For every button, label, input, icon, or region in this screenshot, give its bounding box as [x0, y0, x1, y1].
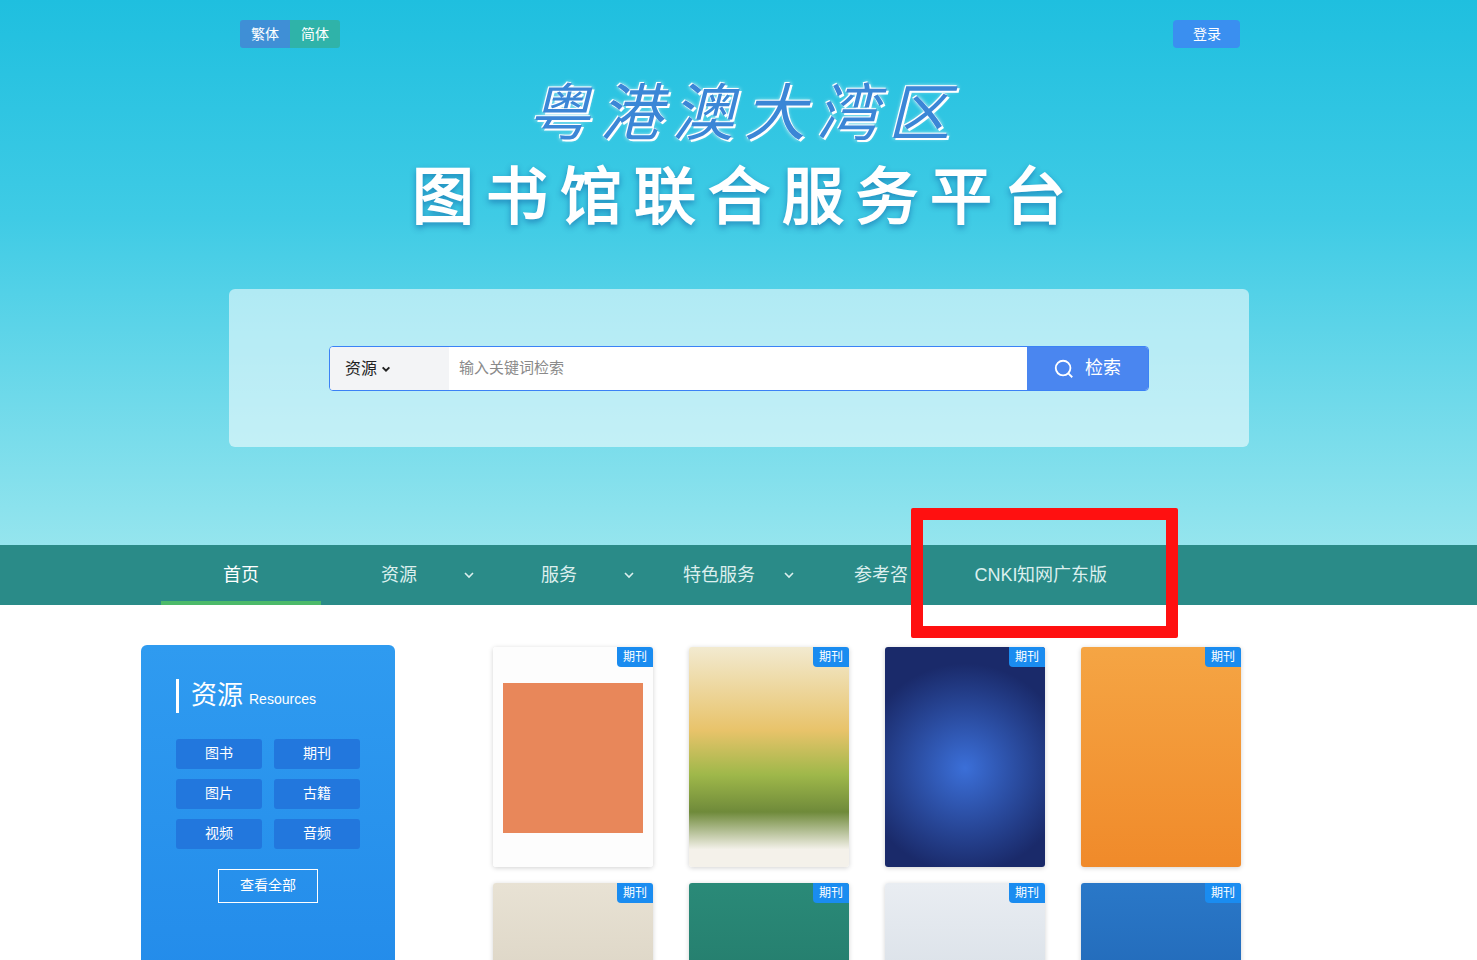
nav-item[interactable]: CNKI知网广东版 [961, 545, 1121, 605]
type-badge: 期刊 [813, 647, 849, 667]
nav-label: 特色服务 [655, 562, 783, 589]
nav-item[interactable]: 特色服务 [641, 545, 801, 605]
resource-type-button[interactable]: 期刊 [274, 739, 360, 769]
journal-card[interactable]: 期刊 [493, 647, 653, 867]
journal-card[interactable]: 期刊 [493, 883, 653, 960]
resource-type-list: 图书期刊图片古籍视频音频 [176, 739, 360, 849]
chevron-down-icon [623, 569, 635, 581]
journal-card[interactable]: 期刊 [885, 647, 1045, 867]
panel-title-text: 资源 [191, 679, 243, 713]
chevron-down-icon [381, 357, 391, 381]
resource-type-button[interactable]: 音频 [274, 819, 360, 849]
journal-card[interactable]: 期刊 [689, 883, 849, 960]
journal-cover [493, 647, 653, 867]
content: 资源Resources图书期刊图片古籍视频音频查看全部 期刊期刊期刊期刊期刊期刊… [141, 605, 1477, 960]
resource-type-button[interactable]: 古籍 [274, 779, 360, 809]
resource-type-button[interactable]: 视频 [176, 819, 262, 849]
search-icon [1053, 358, 1075, 380]
type-badge: 期刊 [617, 647, 653, 667]
main-nav: 首页资源 服务 特色服务参考咨CNKI知网广东版 [0, 545, 1477, 605]
chevron-down-icon [783, 569, 795, 581]
scope-label: 资源 [345, 357, 377, 381]
resource-type-button[interactable]: 图片 [176, 779, 262, 809]
nav-label: CNKI知网广东版 [961, 562, 1121, 589]
journal-card[interactable]: 期刊 [689, 647, 849, 867]
journal-card[interactable]: 期刊 [885, 883, 1045, 960]
journal-cover [689, 647, 849, 867]
nav-list: 首页资源 服务 特色服务参考咨CNKI知网广东版 [161, 545, 1477, 605]
type-badge: 期刊 [1009, 883, 1045, 903]
search-button-label: 检索 [1085, 355, 1121, 382]
highlight-box [911, 508, 1178, 638]
nav-label: 参考咨 [801, 562, 961, 589]
nav-label: 资源 [335, 562, 463, 589]
cover-grid: 期刊期刊期刊期刊期刊期刊期刊期刊 [493, 645, 1241, 960]
nav-label: 服务 [495, 562, 623, 589]
language-option[interactable]: 简体 [290, 20, 340, 48]
nav-item[interactable]: 资源 [321, 545, 481, 605]
type-badge: 期刊 [1205, 883, 1241, 903]
nav-item[interactable]: 参考咨 [801, 545, 961, 605]
journal-cover [1081, 647, 1241, 867]
search-button[interactable]: 检索 [1027, 347, 1148, 390]
journal-cover [885, 647, 1045, 867]
top-bar: 繁体简体 登录 [0, 0, 1477, 48]
chevron-down-icon [463, 569, 475, 581]
language-option[interactable]: 繁体 [240, 20, 290, 48]
main-title: 图书馆联合服务平台 [0, 158, 1477, 238]
search-input[interactable] [449, 347, 1027, 390]
panel-subtitle: Resources [249, 690, 316, 708]
language-toggle: 繁体简体 [240, 20, 340, 48]
banner: 繁体简体 登录 粤港澳大湾区 图书馆联合服务平台 资源 检索 [0, 0, 1477, 545]
nav-item[interactable]: 服务 [481, 545, 641, 605]
view-all-button[interactable]: 查看全部 [218, 869, 318, 903]
nav-label: 首页 [161, 562, 321, 589]
resource-type-button[interactable]: 图书 [176, 739, 262, 769]
type-badge: 期刊 [617, 883, 653, 903]
login-button[interactable]: 登录 [1173, 20, 1240, 48]
calligraphy-title: 粤港澳大湾区 [0, 76, 1477, 152]
type-badge: 期刊 [1205, 647, 1241, 667]
nav-item[interactable]: 首页 [161, 545, 321, 605]
panel-title: 资源 Resources [176, 679, 360, 713]
scope-dropdown[interactable]: 资源 [330, 347, 449, 390]
type-badge: 期刊 [1009, 647, 1045, 667]
resource-panel: 资源 Resources 图书期刊图片古籍视频音频查看全部 [141, 645, 395, 960]
search-bar: 资源 检索 [329, 346, 1149, 391]
type-badge: 期刊 [813, 883, 849, 903]
search-panel: 资源 检索 [229, 289, 1249, 447]
journal-card[interactable]: 期刊 [1081, 647, 1241, 867]
journal-card[interactable]: 期刊 [1081, 883, 1241, 960]
